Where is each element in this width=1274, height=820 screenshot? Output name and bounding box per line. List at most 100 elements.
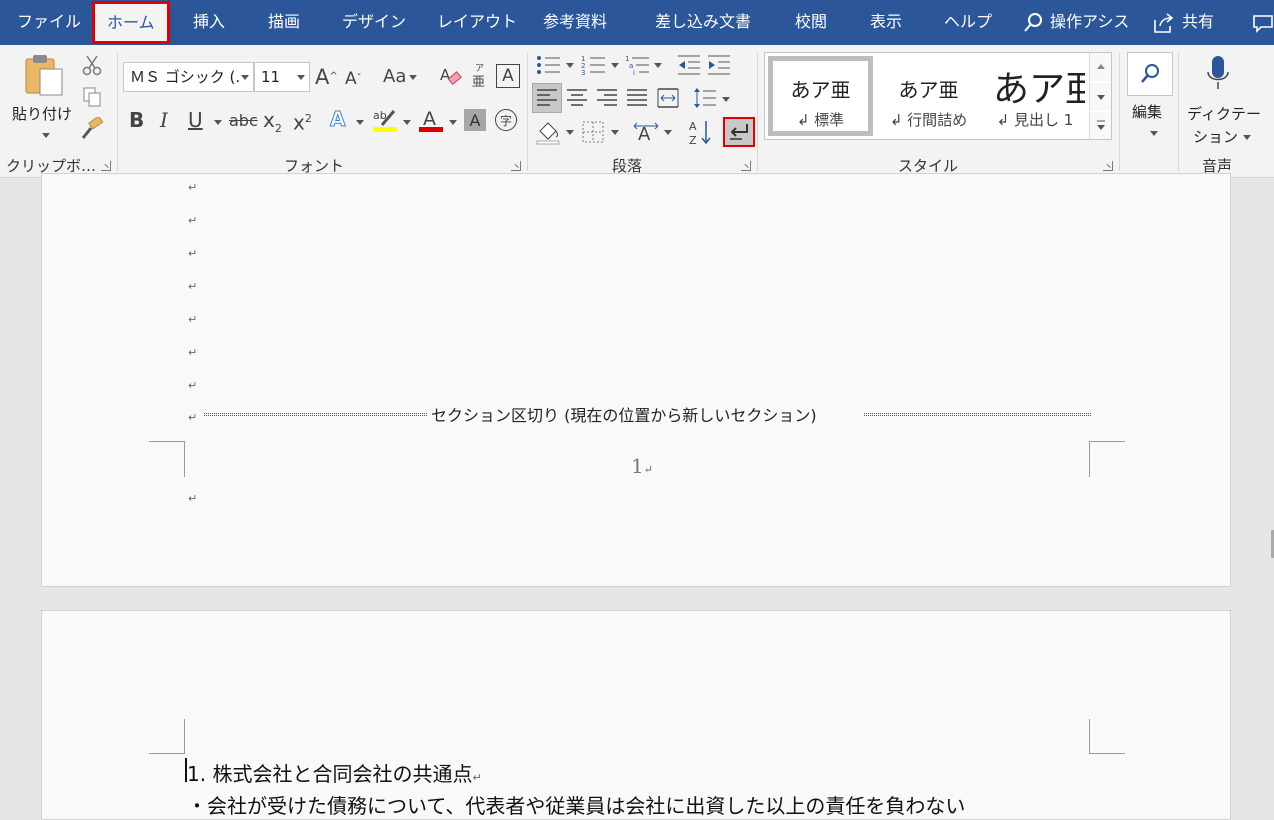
superscript-button[interactable]: x2 [293,107,312,135]
clear-formatting-button[interactable]: A [437,63,463,89]
styles-launcher[interactable] [1103,161,1113,171]
paste-button[interactable] [22,53,68,99]
distributed-button[interactable] [655,85,681,111]
grow-font-button[interactable]: A^ [315,65,338,89]
page-2[interactable]: 1. 株式会社と合同会社の共通点↵ ・会社が受けた債務について、代表者や従業員は… [41,610,1231,820]
borders-button[interactable] [580,119,606,145]
format-painter-button[interactable] [80,117,104,141]
editing-label[interactable]: 編集 [1132,101,1162,122]
chevron-down-icon [409,74,418,80]
line-spacing-button[interactable] [692,85,718,111]
editing-dropdown[interactable] [1150,131,1158,136]
numbering-button[interactable]: 123 [580,53,610,77]
sort-button[interactable]: AZ [688,118,712,146]
ribbon-tab-bar: ファイル ホーム 挿入 描画 デザイン レイアウト 参考資料 差し込み文書 校閲… [0,0,1274,45]
tab-draw[interactable]: 描画 [268,0,300,45]
gallery-scroll-down[interactable] [1089,83,1111,111]
highlight-dropdown[interactable] [403,120,411,125]
tab-insert[interactable]: 挿入 [193,0,225,45]
dictate-label-2[interactable]: ション [1193,126,1252,147]
line-spacing-dropdown[interactable] [722,97,730,102]
subscript-button[interactable]: x2 [263,108,282,141]
font-launcher[interactable] [511,161,521,171]
style-no-spacing-name: ↲ 行間詰め [889,111,968,129]
microphone-icon [1207,56,1229,89]
bullet-text[interactable]: ・会社が受けた債務について、代表者や従業員は会社に出資した以上の責任を負わない [187,790,965,819]
tab-view[interactable]: 表示 [870,0,902,45]
asian-layout-button[interactable]: A [632,119,660,145]
asian-layout-dropdown[interactable] [664,130,672,135]
italic-button[interactable]: I [160,108,168,132]
share-button[interactable]: 共有 [1152,0,1214,45]
tab-help[interactable]: ヘルプ [944,0,992,45]
phonetic-guide-button[interactable]: ア亜 [468,61,492,89]
group-divider [757,53,758,171]
text-effects-dropdown[interactable] [356,120,364,125]
copy-button[interactable] [80,85,104,109]
enclose-characters-button[interactable]: 字 [495,109,517,131]
font-size-value: 11 [261,68,281,86]
align-right-button[interactable] [595,85,619,111]
tell-me-box[interactable]: 操作アシス [1022,0,1129,45]
tab-layout[interactable]: レイアウト [437,0,517,45]
character-border-button[interactable]: A [496,64,520,88]
tab-review[interactable]: 校閲 [795,0,827,45]
shading-dropdown[interactable] [566,130,574,135]
paste-dropdown-caret[interactable] [42,133,50,138]
tab-references[interactable]: 参考資料 [543,0,607,45]
dictate-label-2-text: ション [1193,128,1239,146]
page-1[interactable]: ↵ ↵ ↵ ↵ ↵ ↵ ↵ ↵ セクション区切り (現在の位置から新しいセクショ… [41,173,1231,587]
character-shading-button[interactable]: A [464,109,486,131]
bullets-button[interactable] [535,53,565,77]
highlight-button[interactable]: ab [370,105,400,135]
comments-button[interactable] [1252,0,1274,45]
underline-button[interactable]: U [188,108,203,132]
character-shading-icon: A [469,110,481,130]
tab-mailings[interactable]: 差し込み文書 [655,0,751,45]
font-color-dropdown[interactable] [449,120,457,125]
dictate-label-1[interactable]: ディクテー [1187,103,1261,124]
font-color-button[interactable]: A [418,105,444,135]
style-normal[interactable]: あア亜 ↲ 標準 [768,56,873,136]
justify-button[interactable] [625,85,649,111]
align-left-button[interactable] [532,83,562,113]
decrease-indent-button[interactable] [676,53,702,77]
paragraph-mark: ↵ [188,411,198,424]
distributed-icon [657,88,679,108]
clipboard-launcher[interactable] [101,161,111,171]
svg-text:A: A [689,120,697,133]
align-center-button[interactable] [565,85,589,111]
style-heading-1[interactable]: あア亜 ↲ 見出し 1 [985,56,1085,136]
bold-button[interactable]: B [129,108,144,132]
bullets-dropdown[interactable] [566,63,574,68]
cut-button[interactable] [80,53,104,77]
numbering-dropdown[interactable] [611,63,619,68]
multilevel-list-button[interactable]: 1ai [624,53,654,77]
text-effects-button[interactable]: A [329,107,346,132]
margin-corner-mark [149,441,185,477]
gallery-scroll-up[interactable] [1089,53,1111,81]
font-name-dropdown[interactable]: ＭＳ ゴシック (. [123,62,254,92]
shrink-font-button[interactable]: Aˇ [345,67,362,91]
multilevel-dropdown[interactable] [654,63,662,68]
dictate-button[interactable] [1202,53,1234,93]
font-size-dropdown[interactable]: 11 [254,62,310,92]
font-name-value: ＭＳ ゴシック (. [130,68,241,86]
tab-design[interactable]: デザイン [342,0,406,45]
tab-file[interactable]: ファイル [17,0,81,45]
shading-button[interactable] [534,118,562,146]
paragraph-launcher[interactable] [741,161,751,171]
underline-dropdown[interactable] [214,120,222,125]
gallery-more[interactable] [1089,112,1111,139]
tab-home[interactable]: ホーム [92,1,170,44]
strikethrough-button[interactable]: abc [229,109,258,133]
change-case-button[interactable]: Aa [383,65,418,89]
find-button[interactable] [1127,52,1173,96]
style-no-spacing[interactable]: あア亜 ↲ 行間詰め [876,56,981,136]
heading-text[interactable]: 1. 株式会社と合同会社の共通点↵ [187,758,482,787]
increase-indent-button[interactable] [706,53,732,77]
borders-dropdown[interactable] [611,130,619,135]
show-formatting-marks-button[interactable] [723,117,755,147]
section-break-line [864,413,1091,416]
style-normal-sample: あア亜 [790,78,851,102]
